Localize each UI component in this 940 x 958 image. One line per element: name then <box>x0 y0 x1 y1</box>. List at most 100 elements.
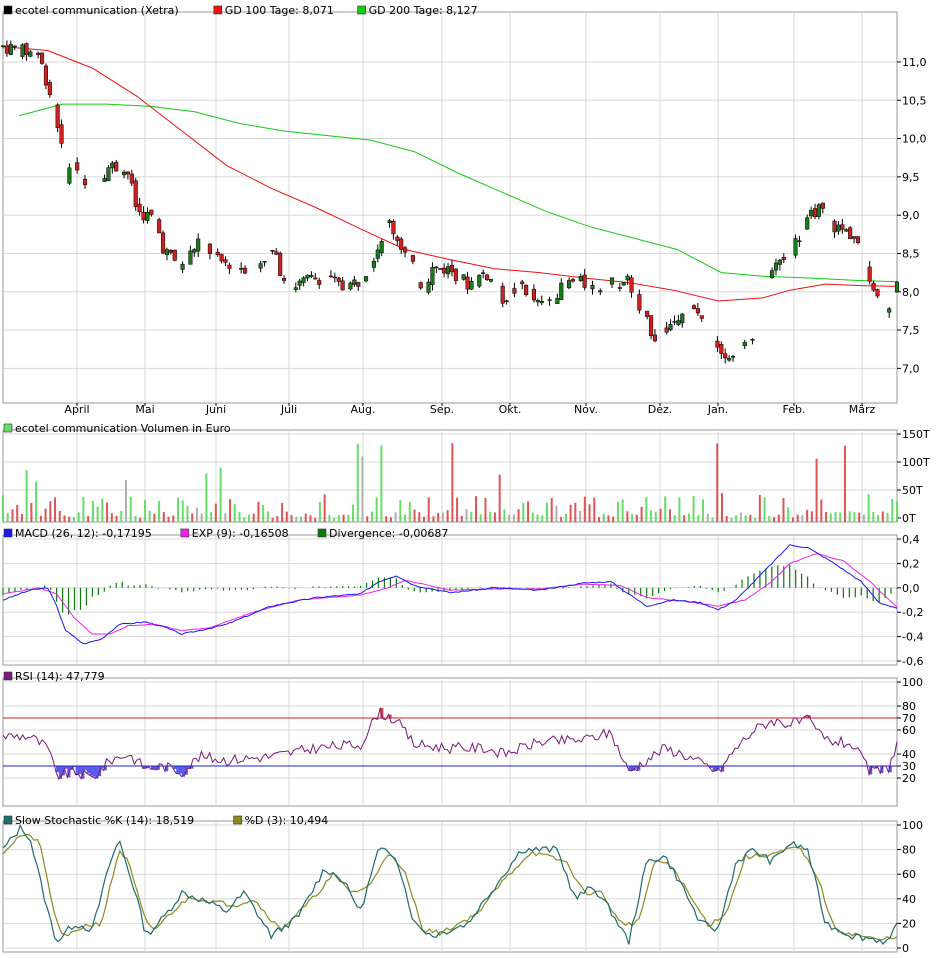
volume-bar <box>782 498 785 522</box>
volume-bar <box>564 513 567 522</box>
volume-bar <box>607 515 610 522</box>
volume-bar <box>612 516 615 522</box>
candle-body <box>664 327 669 333</box>
volume-bar <box>479 514 482 522</box>
candle-body <box>332 276 337 279</box>
volume-bar <box>158 500 161 522</box>
volume-bar <box>290 515 293 522</box>
candle-body <box>719 344 724 354</box>
stoch-ytick-label: 60 <box>902 868 916 881</box>
candle-body <box>364 276 369 282</box>
rsi-oversold-fill <box>78 766 82 775</box>
rsi-ytick-label: 20 <box>902 772 916 785</box>
volume-bar <box>233 503 236 522</box>
volume-bar <box>243 517 246 522</box>
candle-body <box>481 272 486 274</box>
volume-bar <box>124 479 127 522</box>
volume-bar <box>247 514 250 522</box>
candle-body <box>570 279 576 282</box>
candle-body <box>832 220 837 233</box>
volume-bar <box>318 501 321 522</box>
candle-body <box>215 251 220 256</box>
candle-body <box>438 268 443 270</box>
volume-bar <box>678 497 681 522</box>
volume-bar <box>16 504 19 522</box>
volume-legend-label-0: ecotel communication Volumen in Euro <box>15 422 231 435</box>
candle-body <box>270 250 275 252</box>
volume-bar <box>342 514 345 522</box>
candle-body <box>67 167 72 184</box>
volume-bar <box>829 513 832 522</box>
candle-body <box>477 274 482 287</box>
candle-body <box>188 250 193 265</box>
price-ytick-label: 10,0 <box>902 133 927 146</box>
candle-body <box>867 266 872 282</box>
volume-bar <box>361 456 364 522</box>
volume-bar <box>839 512 842 522</box>
rsi-oversold-fill <box>86 766 91 774</box>
candle-body <box>567 280 572 289</box>
candle-body <box>793 238 798 256</box>
candle-body <box>816 204 821 217</box>
volume-bar <box>470 511 473 522</box>
volume-bar <box>749 514 752 522</box>
candle-body <box>59 124 64 144</box>
price-legend-label-2: GD 200 Tage: 8,127 <box>369 4 478 17</box>
candle-body <box>297 280 302 286</box>
volume-bar <box>87 515 90 522</box>
volume-legend-swatch-0 <box>3 423 13 433</box>
candle-body <box>555 298 560 305</box>
volume-bar <box>295 516 298 522</box>
candle-body <box>161 232 166 254</box>
candle-body <box>504 300 509 302</box>
price-xtick-label: April <box>64 403 89 416</box>
volume-bar <box>58 510 61 522</box>
volume-bar <box>200 513 203 522</box>
volume-bar <box>309 515 312 522</box>
volume-bar <box>328 514 331 522</box>
candle-body <box>887 308 892 313</box>
volume-bar <box>489 511 492 522</box>
candle-body <box>110 162 115 169</box>
macd-legend-label-1: EXP (9): -0,16508 <box>192 527 289 540</box>
candle-body <box>317 280 322 285</box>
candle-body <box>168 249 173 253</box>
volume-bar <box>720 493 723 522</box>
rsi-oversold-fill <box>92 766 96 777</box>
volume-bar <box>843 445 846 522</box>
candle-body <box>539 300 544 304</box>
price-ytick-label: 7,0 <box>902 362 920 375</box>
candle-body <box>535 300 540 303</box>
volume-bar <box>460 515 463 522</box>
volume-bar <box>172 515 175 522</box>
price-ytick-label: 8,5 <box>902 247 920 260</box>
volume-bar <box>437 512 440 522</box>
candle-body <box>172 249 177 261</box>
candle-body <box>621 282 626 286</box>
price-legend-label-1: GD 100 Tage: 8,071 <box>225 4 334 17</box>
candle-body <box>434 266 439 269</box>
candle-body <box>524 284 529 296</box>
candle-body <box>715 340 720 348</box>
candle-body <box>488 278 494 282</box>
volume-bar <box>517 509 520 522</box>
volume-ytick-label: 100T <box>902 456 930 469</box>
candle-body <box>12 45 17 48</box>
price-frame <box>2 11 898 404</box>
candle-body <box>680 313 685 324</box>
volume-bar <box>896 501 898 522</box>
volume-bar <box>739 512 742 522</box>
candle-body <box>672 321 677 323</box>
volume-bar <box>181 500 184 522</box>
candle-body <box>102 178 107 182</box>
macd-legend-swatch-0 <box>3 528 13 538</box>
volume-bar <box>214 503 217 522</box>
candle-body <box>652 334 658 342</box>
volume-bar <box>366 516 369 522</box>
volume-bar <box>758 494 761 522</box>
volume-bar <box>744 515 747 522</box>
macd-legend-label-0: MACD (26, 12): -0,17195 <box>15 527 152 540</box>
candle-body <box>469 281 474 290</box>
rsi-oversold-fill <box>84 766 88 771</box>
candle-body <box>805 217 810 230</box>
